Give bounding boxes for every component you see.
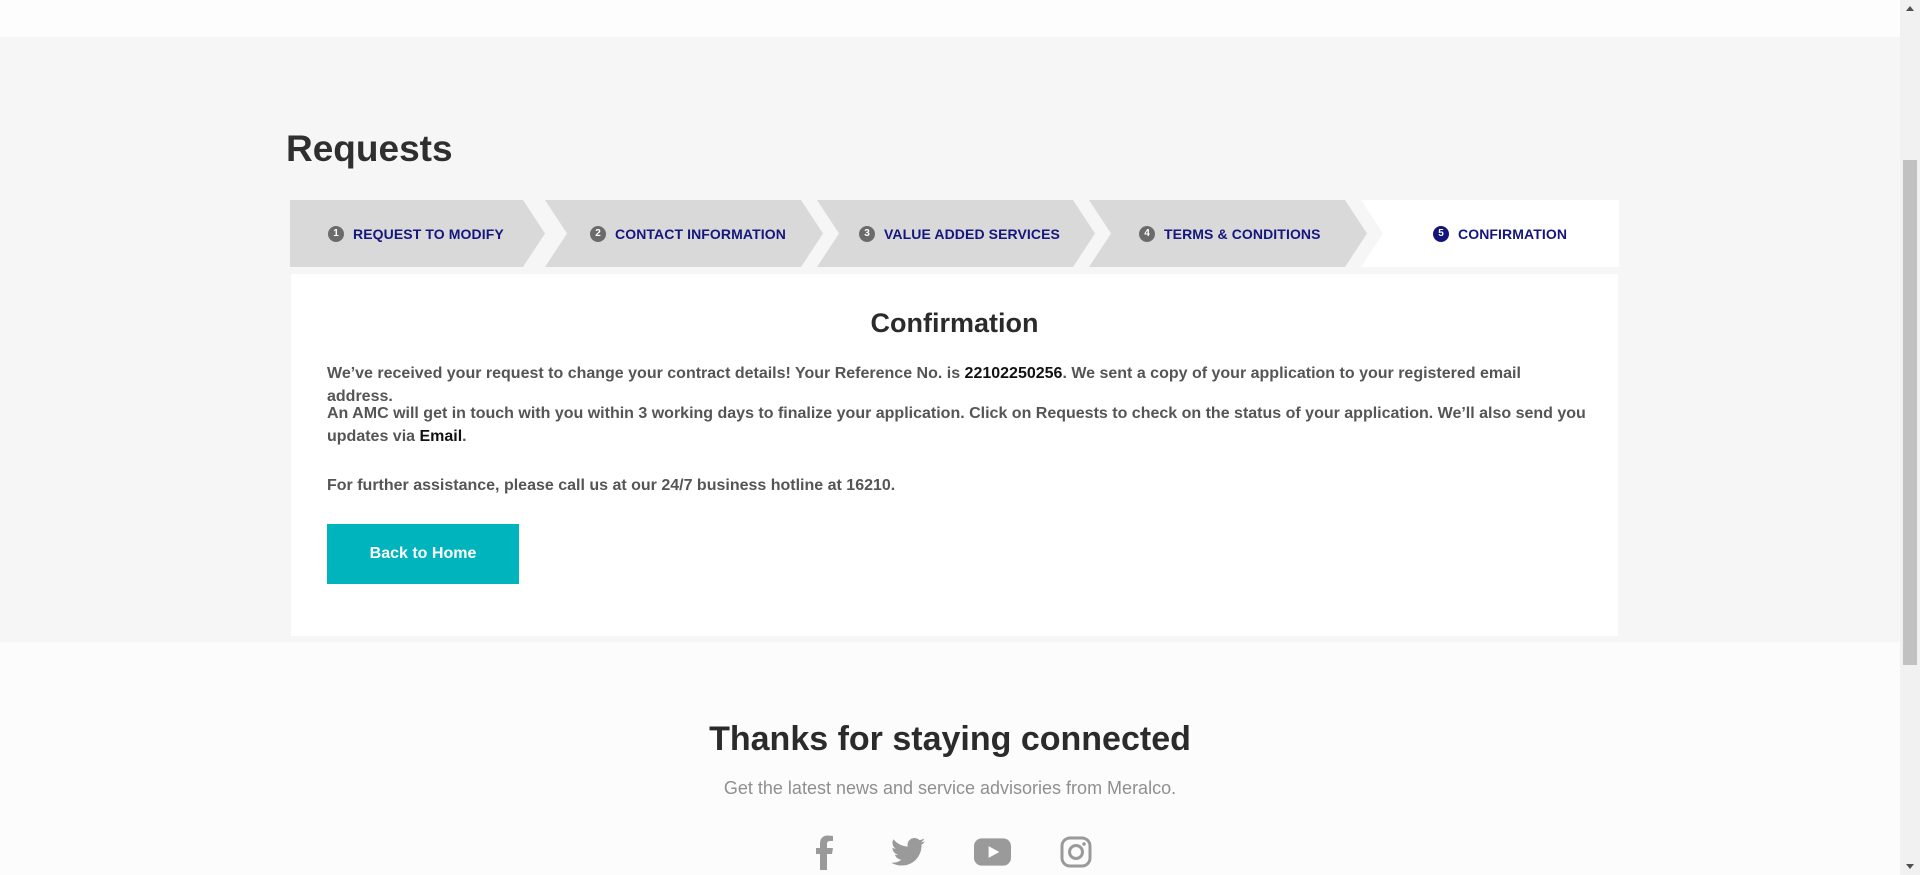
- instagram-icon[interactable]: [1058, 833, 1095, 870]
- step-value-added-services[interactable]: 3 VALUE ADDED SERVICES: [817, 200, 1095, 267]
- message-text: We’ve received your request to change yo…: [327, 365, 965, 382]
- step-number-badge: 2: [590, 225, 606, 242]
- scroll-down-arrow-icon[interactable]: [1900, 858, 1920, 875]
- step-number-badge: 4: [1139, 225, 1155, 242]
- notification-channel: Email: [419, 428, 463, 445]
- scrollbar-thumb[interactable]: [1903, 160, 1917, 665]
- top-bar: [0, 0, 1900, 37]
- step-label: VALUE ADDED SERVICES: [884, 225, 1060, 242]
- step-label: CONFIRMATION: [1458, 225, 1568, 242]
- step-request-to-modify[interactable]: 1 REQUEST TO MODIFY: [290, 200, 545, 267]
- step-terms-and-conditions[interactable]: 4 TERMS & CONDITIONS: [1089, 200, 1367, 267]
- step-number-badge: 3: [859, 225, 875, 242]
- step-confirmation[interactable]: 5 CONFIRMATION: [1361, 200, 1619, 267]
- message-text: .: [462, 428, 467, 445]
- scroll-up-arrow-icon[interactable]: [1900, 0, 1920, 17]
- step-number-badge: 5: [1433, 225, 1449, 242]
- step-label: REQUEST TO MODIFY: [353, 225, 504, 242]
- facebook-icon[interactable]: [806, 833, 843, 870]
- step-label: TERMS & CONDITIONS: [1164, 225, 1321, 242]
- social-links: [0, 833, 1900, 870]
- twitter-icon[interactable]: [890, 833, 927, 870]
- footer-title: Thanks for staying connected: [709, 720, 1191, 758]
- reference-number: 22102250256: [964, 365, 1063, 382]
- back-to-home-button[interactable]: Back to Home: [327, 524, 519, 584]
- step-label: CONTACT INFORMATION: [615, 225, 786, 242]
- progress-stepper: 1 REQUEST TO MODIFY 2 CONTACT INFORMATIO…: [290, 200, 1619, 267]
- confirmation-card: Confirmation We’ve received your request…: [291, 274, 1618, 636]
- step-number-badge: 1: [328, 225, 344, 242]
- message-text: An AMC will get in touch with you within…: [327, 405, 1586, 445]
- page-title: Requests: [286, 128, 453, 169]
- youtube-icon[interactable]: [973, 833, 1011, 870]
- hotline-message: For further assistance, please call us a…: [327, 477, 896, 494]
- confirmation-title: Confirmation: [870, 308, 1039, 338]
- footer-subtitle: Get the latest news and service advisori…: [723, 778, 1177, 798]
- step-contact-information[interactable]: 2 CONTACT INFORMATION: [545, 200, 823, 267]
- vertical-scrollbar[interactable]: [1900, 0, 1920, 875]
- follow-up-message: An AMC will get in touch with you within…: [327, 402, 1587, 448]
